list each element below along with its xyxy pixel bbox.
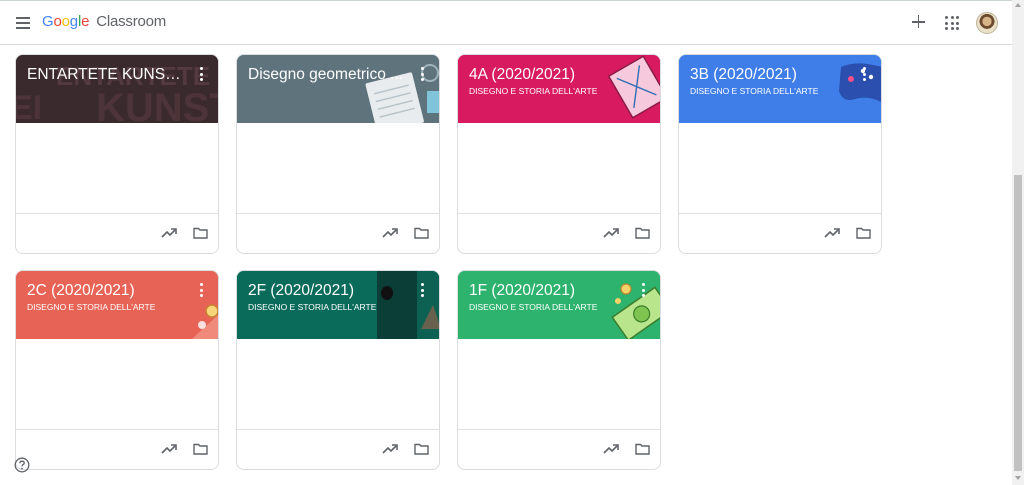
card-footer [237,429,439,469]
product-name: Classroom [96,13,167,30]
trending-up-icon[interactable] [603,226,619,240]
apps-grid-icon[interactable] [945,16,959,30]
trending-up-icon[interactable] [382,442,398,456]
trending-up-icon[interactable] [161,226,177,240]
course-title[interactable]: 1F (2020/2021) [469,282,629,300]
course-title[interactable]: ENTARTETE KUNST - ... [27,66,187,84]
card-footer [458,213,660,253]
scroll-up-arrow-icon[interactable] [1015,3,1021,7]
course-title[interactable]: 2F (2020/2021) [248,282,408,300]
card-footer [458,429,660,469]
card-footer [237,213,439,253]
card-header[interactable]: ENTARTETE KUNST EI ENTARTETE KUNST - ... [16,55,218,123]
folder-icon[interactable] [635,227,650,239]
course-title[interactable]: 4A (2020/2021) [469,66,629,84]
card-header[interactable]: Disegno geometrico ... [237,55,439,123]
trending-up-icon[interactable] [161,442,177,456]
course-title[interactable]: Disegno geometrico ... [248,66,408,84]
folder-icon[interactable] [193,227,208,239]
course-card[interactable]: 2C (2020/2021) DISEGNO E STORIA DELL'ART… [15,270,219,470]
course-card[interactable]: 1F (2020/2021) DISEGNO E STORIA DELL'ART… [457,270,661,470]
vertical-scrollbar[interactable] [1012,0,1024,485]
trending-up-icon[interactable] [824,226,840,240]
card-header[interactable]: 3B (2020/2021) DISEGNO E STORIA DELL'ART… [679,55,881,123]
course-section[interactable]: DISEGNO E STORIA DELL'ARTE [27,302,155,312]
trending-up-icon[interactable] [382,226,398,240]
trending-up-icon[interactable] [603,442,619,456]
more-options-icon[interactable] [419,283,425,297]
card-footer [16,213,218,253]
more-options-icon[interactable] [861,67,867,81]
card-header[interactable]: 4A (2020/2021) DISEGNO E STORIA DELL'ART… [458,55,660,123]
course-section[interactable]: DISEGNO E STORIA DELL'ARTE [690,86,818,96]
top-app-bar: Google Classroom [0,0,1012,45]
more-options-icon[interactable] [419,67,425,81]
avatar[interactable] [976,12,998,34]
folder-icon[interactable] [856,227,871,239]
card-footer [679,213,881,253]
course-section[interactable]: DISEGNO E STORIA DELL'ARTE [469,86,597,96]
svg-text:EI: EI [16,89,42,123]
card-header[interactable]: 1F (2020/2021) DISEGNO E STORIA DELL'ART… [458,271,660,339]
more-options-icon[interactable] [640,283,646,297]
classroom-page: Google Classroom ENTARTETE KUNST EI ENTA… [0,0,1024,485]
course-card[interactable]: 3B (2020/2021) DISEGNO E STORIA DELL'ART… [678,54,882,254]
svg-text:KUNST: KUNST [96,86,218,123]
more-options-icon[interactable] [198,283,204,297]
card-footer [16,429,218,469]
course-card[interactable]: ENTARTETE KUNST EI ENTARTETE KUNST - ... [15,54,219,254]
course-section[interactable]: DISEGNO E STORIA DELL'ARTE [248,302,376,312]
card-header[interactable]: 2C (2020/2021) DISEGNO E STORIA DELL'ART… [16,271,218,339]
course-card[interactable]: 2F (2020/2021) DISEGNO E STORIA DELL'ART… [236,270,440,470]
folder-icon[interactable] [193,443,208,455]
course-card[interactable]: Disegno geometrico ... [236,54,440,254]
folder-icon[interactable] [414,227,429,239]
scroll-down-arrow-icon[interactable] [1015,476,1021,480]
course-section[interactable]: DISEGNO E STORIA DELL'ARTE [469,302,597,312]
google-classroom-logo[interactable]: Google Classroom [42,13,166,30]
course-title[interactable]: 2C (2020/2021) [27,282,187,300]
course-title[interactable]: 3B (2020/2021) [690,66,850,84]
course-card[interactable]: 4A (2020/2021) DISEGNO E STORIA DELL'ART… [457,54,661,254]
folder-icon[interactable] [635,443,650,455]
card-header[interactable]: 2F (2020/2021) DISEGNO E STORIA DELL'ART… [237,271,439,339]
scrollbar-thumb[interactable] [1014,175,1022,471]
folder-icon[interactable] [414,443,429,455]
google-wordmark: Google [42,13,90,30]
menu-icon[interactable] [13,13,33,33]
help-icon[interactable] [14,457,30,473]
more-options-icon[interactable] [198,67,204,81]
plus-icon[interactable] [909,12,929,32]
